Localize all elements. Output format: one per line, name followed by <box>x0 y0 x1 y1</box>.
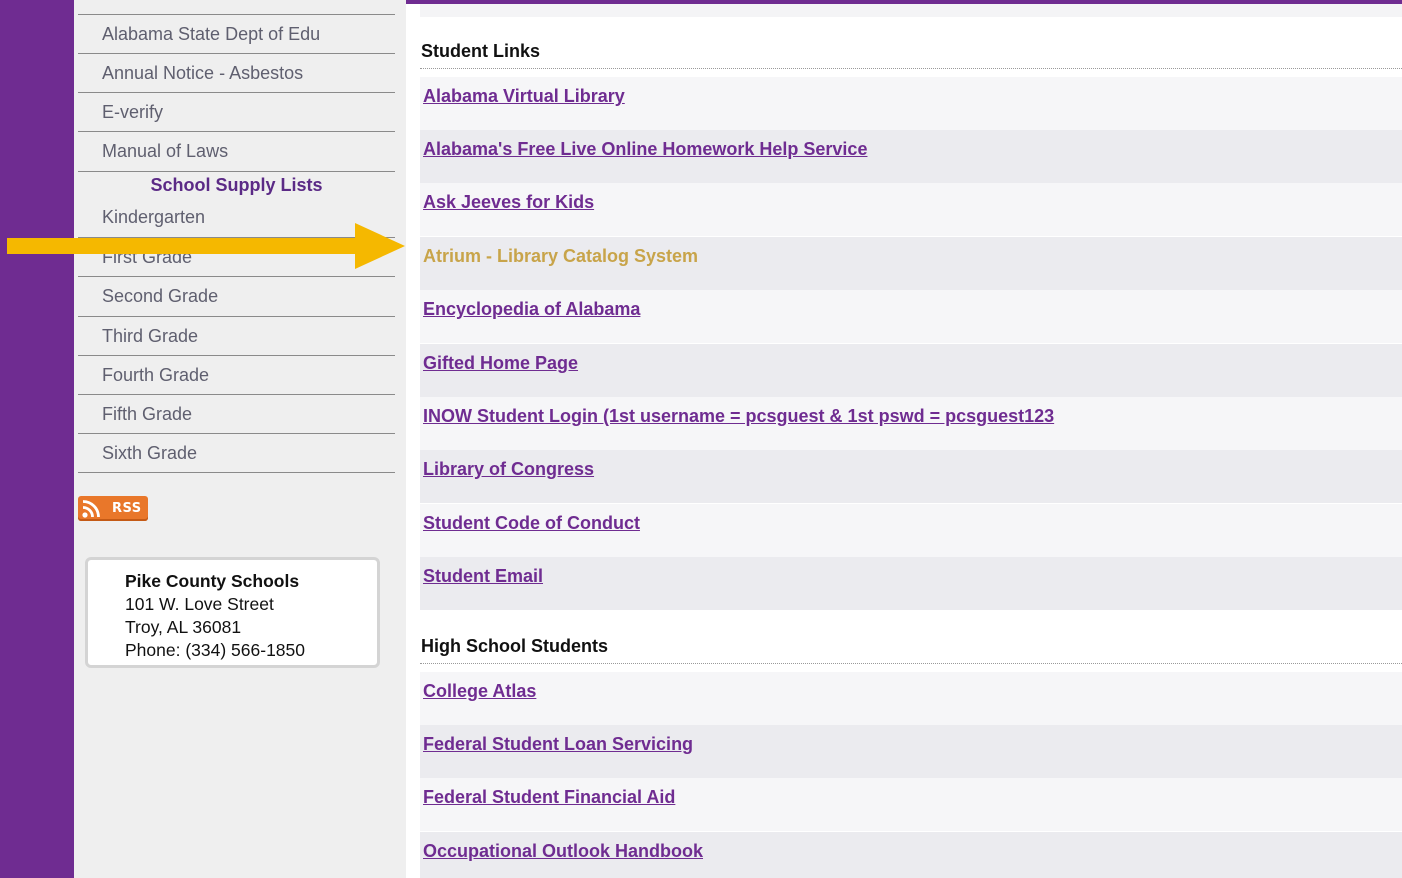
link-alabama-virtual-library[interactable]: Alabama Virtual Library <box>423 86 625 106</box>
sidebar-item-third-grade[interactable]: Third Grade <box>78 317 395 356</box>
address-phone: Phone: (334) 566-1850 <box>125 640 305 660</box>
sidebar: Alabama State Dept of Edu Annual Notice … <box>74 0 406 878</box>
supply-lists-heading: School Supply Lists <box>78 171 395 198</box>
address-org: Pike County Schools <box>125 571 300 591</box>
sidebar-item-manual-of-laws[interactable]: Manual of Laws <box>78 132 395 171</box>
list-item: Library of Congress <box>420 450 1402 503</box>
sidebar-item-label: Sixth Grade <box>102 442 198 463</box>
link-code-of-conduct[interactable]: Student Code of Conduct <box>423 513 640 533</box>
list-item: Federal Student Financial Aid <box>420 778 1402 831</box>
sidebar-item-everify[interactable]: E-verify <box>78 93 395 132</box>
address-city: Troy, AL 36081 <box>125 617 242 637</box>
list-item: Atrium - Library Catalog System <box>420 237 1402 290</box>
list-item: Alabama Virtual Library <box>420 77 1402 130</box>
top-strip <box>420 4 1402 17</box>
list-item: Alabama's Free Live Online Homework Help… <box>420 130 1402 183</box>
sidebar-item-label: Manual of Laws <box>102 141 229 161</box>
sidebar-item-fifth-grade[interactable]: Fifth Grade <box>78 395 395 434</box>
link-college-atlas[interactable]: College Atlas <box>423 681 536 701</box>
sidebar-item-label: Second Grade <box>102 286 219 306</box>
sidebar-item-asbestos[interactable]: Annual Notice - Asbestos <box>78 54 395 93</box>
sidebar-item-second-grade[interactable]: Second Grade <box>78 277 395 317</box>
link-homework-help[interactable]: Alabama's Free Live Online Homework Help… <box>423 139 867 159</box>
sidebar-item-cut-off[interactable] <box>78 0 395 15</box>
list-item: Occupational Outlook Handbook <box>420 832 1402 878</box>
link-occupational-outlook[interactable]: Occupational Outlook Handbook <box>423 841 703 861</box>
list-item: Federal Student Loan Servicing <box>420 725 1402 778</box>
list-item: Encyclopedia of Alabama <box>420 290 1402 343</box>
rss-feed-icon <box>82 499 100 518</box>
link-encyclopedia-alabama[interactable]: Encyclopedia of Alabama <box>423 299 640 319</box>
sidebar-item-label: Third Grade <box>102 325 199 346</box>
sidebar-item-label: E-verify <box>102 101 164 122</box>
list-item: INOW Student Login (1st username = pcsgu… <box>420 397 1402 450</box>
link-gifted-home[interactable]: Gifted Home Page <box>423 353 578 373</box>
list-item: Ask Jeeves for Kids <box>420 183 1402 236</box>
list-item: Student Email <box>420 557 1402 610</box>
sidebar-item-alabama-state-dept[interactable]: Alabama State Dept of Edu <box>78 15 395 54</box>
link-library-of-congress[interactable]: Library of Congress <box>423 459 594 479</box>
section-heading-high-school: High School Students <box>420 636 1402 664</box>
list-item: Gifted Home Page <box>420 344 1402 397</box>
link-student-loan-servicing[interactable]: Federal Student Loan Servicing <box>423 734 693 754</box>
address-street: 101 W. Love Street <box>125 594 274 614</box>
list-item: Student Code of Conduct <box>420 504 1402 557</box>
link-inow-login[interactable]: INOW Student Login (1st username = pcsgu… <box>423 406 1054 426</box>
rss-label: RSS <box>112 501 142 516</box>
list-item: College Atlas <box>420 672 1402 725</box>
address-box: Pike County Schools 101 W. Love Street T… <box>85 557 380 668</box>
sidebar-item-fourth-grade[interactable]: Fourth Grade <box>78 356 395 395</box>
sidebar-item-label: Fifth Grade <box>102 403 193 424</box>
main-content: Student Links Alabama Virtual Library Al… <box>406 0 1402 878</box>
link-financial-aid[interactable]: Federal Student Financial Aid <box>423 787 675 807</box>
rss-button[interactable]: RSS <box>78 496 148 521</box>
link-atrium-catalog[interactable]: Atrium - Library Catalog System <box>423 246 698 266</box>
section-heading-student-links: Student Links <box>420 41 1402 69</box>
sidebar-item-label: Fourth Grade <box>102 364 210 385</box>
sidebar-item-label: Annual Notice - Asbestos <box>102 62 304 83</box>
sidebar-item-label: Alabama State Dept of Edu <box>102 23 321 44</box>
annotation-arrow-icon <box>7 223 405 269</box>
sidebar-item-sixth-grade[interactable]: Sixth Grade <box>78 434 395 473</box>
link-ask-jeeves[interactable]: Ask Jeeves for Kids <box>423 192 594 212</box>
link-student-email[interactable]: Student Email <box>423 566 543 586</box>
